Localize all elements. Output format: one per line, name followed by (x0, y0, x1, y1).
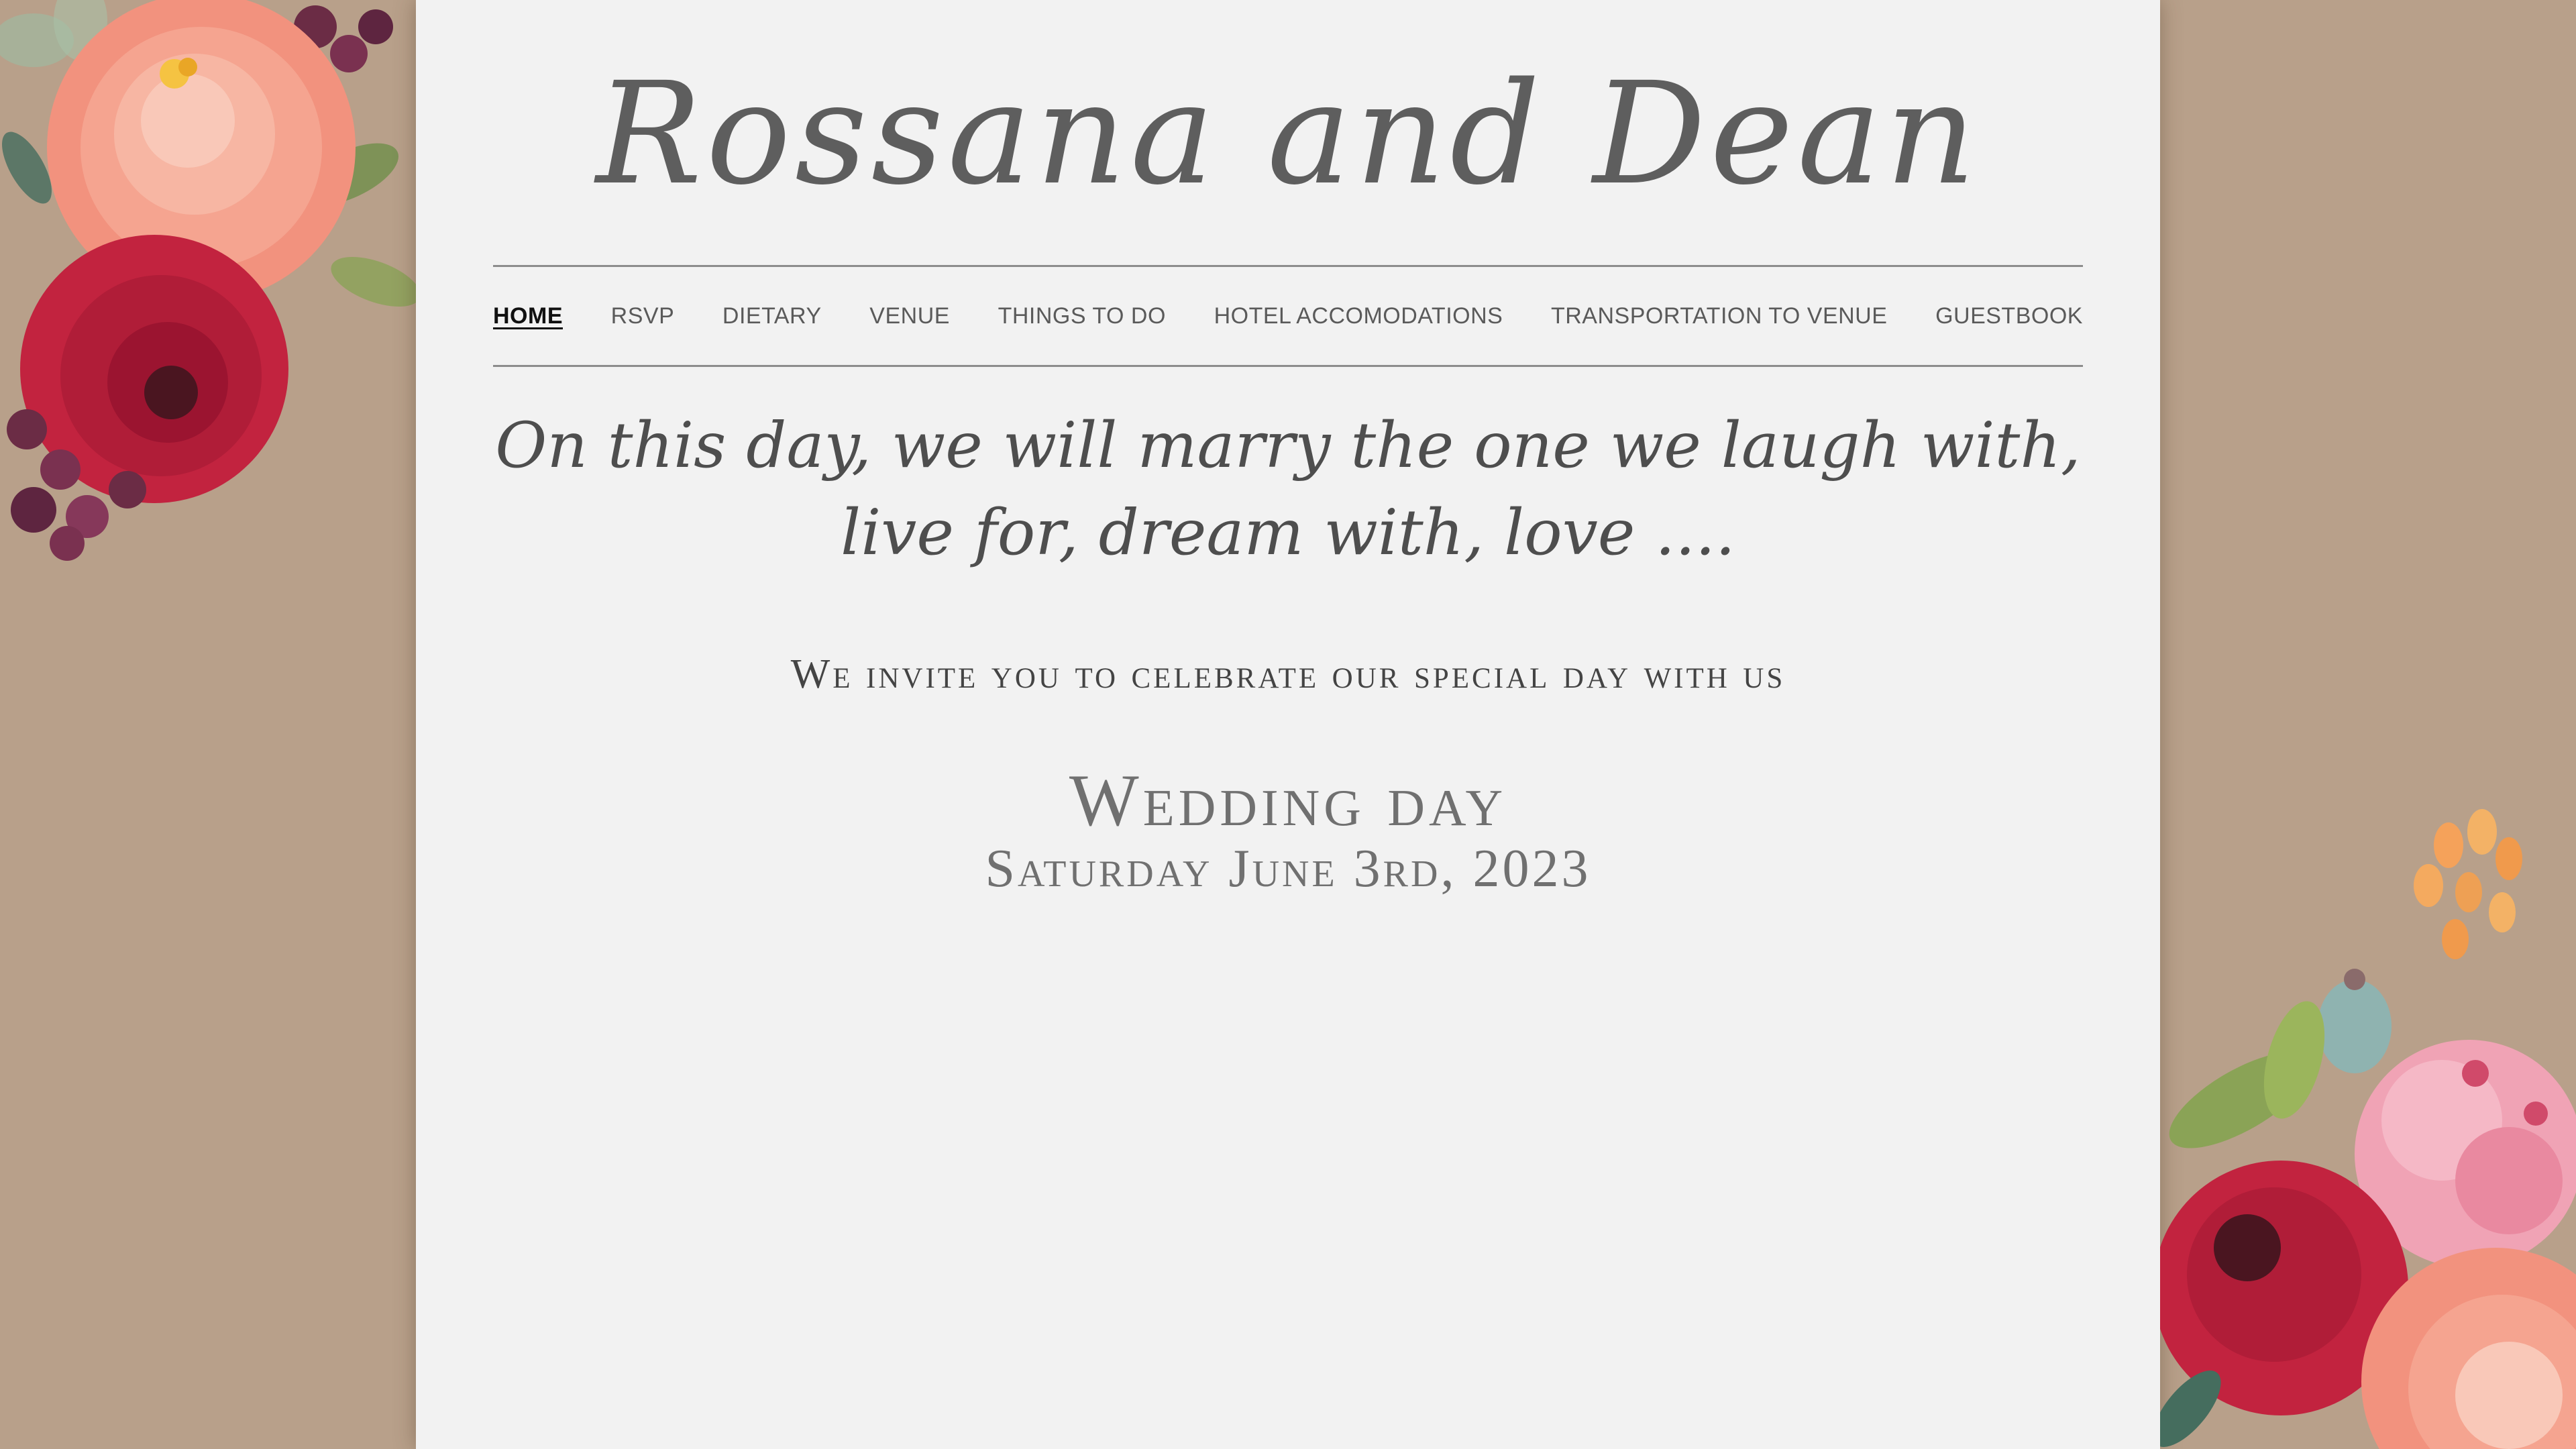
site-title: Rossana and Dean (596, 52, 1980, 216)
main-navigation: HOME RSVP DIETARY VENUE THINGS TO DO HOT… (493, 265, 2083, 367)
nav-item-venue[interactable]: VENUE (869, 303, 950, 329)
nav-item-home[interactable]: HOME (493, 303, 563, 329)
nav-item-transportation[interactable]: TRANSPORTATION TO VENUE (1551, 303, 1887, 329)
quote-line-1: On this day, we will marry the one we la… (495, 409, 2081, 482)
nav-item-rsvp[interactable]: RSVP (611, 303, 675, 329)
floral-decoration-bottom-right (2160, 805, 2576, 1449)
nav-item-dietary[interactable]: DIETARY (722, 303, 822, 329)
floral-decoration-top-left (0, 0, 416, 564)
nav-item-guestbook[interactable]: GUESTBOOK (1935, 303, 2083, 329)
main-panel: Rossana and Dean HOME RSVP DIETARY VENUE… (416, 0, 2160, 1449)
nav-item-hotel-accomodations[interactable]: HOTEL ACCOMODATIONS (1214, 303, 1503, 329)
wedding-day-label: Wedding day (1069, 759, 1507, 841)
nav-item-things-to-do[interactable]: THINGS TO DO (998, 303, 1166, 329)
quote: On this day, we will marry the one we la… (416, 402, 2160, 577)
wedding-date: Saturday June 3rd, 2023 (985, 839, 1591, 898)
watercolor-flowers-icon (0, 0, 416, 561)
quote-line-2: live for, dream with, love .... (841, 496, 1735, 570)
watercolor-flowers-icon (2160, 809, 2576, 1449)
invitation-text: We invite you to celebrate our special d… (790, 651, 1786, 697)
